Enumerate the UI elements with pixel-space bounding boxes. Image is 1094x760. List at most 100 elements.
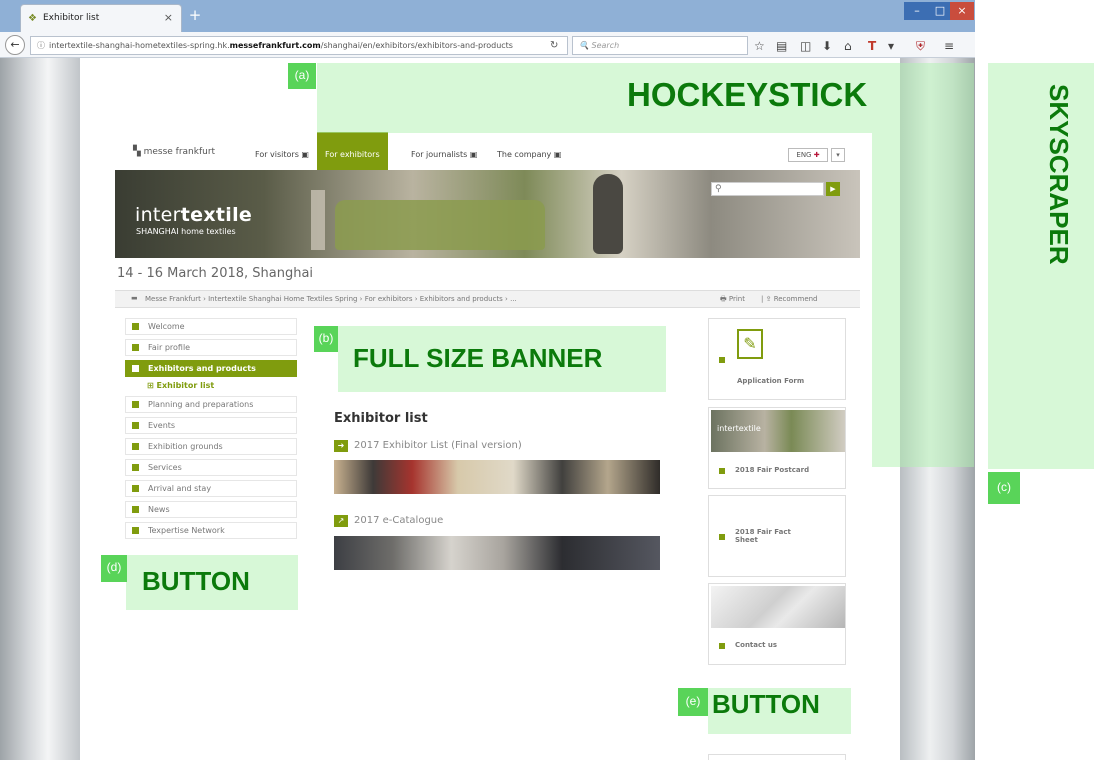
contact-us-card[interactable]: Contact us [708,583,846,665]
link-label: 2017 Exhibitor List (Final version) [354,440,522,451]
fair-postcard-card[interactable]: intertextile 2018 Fair Postcard [708,407,846,489]
postcard-image-text: intertextile [717,424,761,433]
address-bar[interactable]: ⓘ intertextile-shanghai-hometextiles-spri… [30,36,568,55]
download-icon[interactable]: ⬇ [822,39,832,53]
logo-light-part: inter [135,204,181,226]
exhibitor-list-image[interactable] [334,460,660,494]
close-tab-icon[interactable]: × [164,11,173,24]
bullet-icon [132,443,139,450]
site-search-button[interactable]: ▶ [826,182,840,196]
url-prefix: intertextile-shanghai-hometextiles-sprin… [49,41,230,50]
tab-title: Exhibitor list [43,13,100,23]
website-page: ▚ messe frankfurt For visitors ▣ For exh… [115,132,872,760]
minimize-button[interactable]: – [904,2,930,20]
reload-icon[interactable]: ↻ [550,40,558,51]
menu-item-welcome[interactable]: Welcome [125,318,297,335]
translate-icon[interactable]: T [868,39,876,53]
back-button[interactable]: ← [5,35,25,55]
application-form-card[interactable]: ✎ Application Form [708,318,846,400]
fair-fact-sheet-card[interactable]: 2018 Fair Fact Sheet [708,495,846,577]
flag-icon: ✚ [813,151,820,159]
card-label: 2018 Fair Fact Sheet [735,528,791,544]
recommend-link[interactable]: | ⇪ Recommend [761,295,818,303]
bullet-icon [132,323,139,330]
language-dropdown-icon[interactable]: ▾ [831,148,845,162]
content-title: Exhibitor list [334,411,428,426]
maximize-button[interactable]: □ [930,2,950,20]
menu-label: Planning and preparations [148,400,254,409]
breadcrumb-home-icon[interactable]: ▬ [131,294,138,302]
menu-item-events[interactable]: Events [125,417,297,434]
annotation-tag-b: (b) [314,326,338,352]
skyscraper-zone [988,63,1094,469]
menu-label: News [148,505,170,514]
menu-item-services[interactable]: Services [125,459,297,476]
nav-for-visitors[interactable]: For visitors ▣ [255,132,309,170]
browser-titlebar: ❖ Exhibitor list × + – □ × [0,0,975,32]
breadcrumb[interactable]: Messe Frankfurt › Intertextile Shanghai … [145,295,517,303]
menu-item-news[interactable]: News [125,501,297,518]
bookmark-star-icon[interactable]: ☆ [754,39,765,53]
hockeystick-zone-side [872,133,974,467]
nav-label: For visitors [255,150,299,159]
url-domain: messefrankfurt.com [229,41,321,50]
arrow-right-icon: ➜ [334,440,348,452]
home-icon[interactable]: ⌂ [844,39,852,53]
card-label: Application Form [737,377,805,385]
close-window-button[interactable]: × [950,2,974,20]
language-selector[interactable]: ENG ✚ [788,148,828,162]
toolbar-dropdown-icon[interactable]: ▾ [888,39,894,53]
annotation-tag-a: (a) [288,63,316,89]
search-placeholder: Search [591,41,620,50]
exhibitor-list-link[interactable]: ➜ 2017 Exhibitor List (Final version) [334,440,522,452]
menu-label: Welcome [148,322,185,331]
bullet-icon [132,527,139,534]
language-label: ENG [796,151,812,159]
bullet-icon [132,485,139,492]
browser-tab[interactable]: ❖ Exhibitor list × [20,4,182,32]
menu-item-planning[interactable]: Planning and preparations [125,396,297,413]
browser-search-input[interactable]: 🔍 Search [572,36,748,55]
menu-item-fair-profile[interactable]: Fair profile [125,339,297,356]
messe-frankfurt-logo[interactable]: ▚ messe frankfurt [133,146,215,157]
nav-label: The company [497,150,552,159]
menu-hamburger-icon[interactable]: ≡ [944,39,954,53]
hero-sofa-shape [335,200,545,250]
bullet-icon [132,422,139,429]
skyscraper-label: SKYSCRAPER [1044,84,1074,265]
event-date: 14 - 16 March 2018, Shanghai [117,266,314,281]
bookmarks-list-icon[interactable]: ▤ [776,39,787,53]
menu-label: Events [148,421,176,430]
menu-item-texpertise[interactable]: Texpertise Network [125,522,297,539]
new-tab-button[interactable]: + [186,7,204,25]
nav-for-exhibitors[interactable]: For exhibitors [317,132,388,170]
print-link[interactable]: 🖶 Print [720,295,745,306]
nav-the-company[interactable]: The company ▣ [497,132,561,170]
link-label: 2017 e-Catalogue [354,515,444,526]
site-search-input[interactable]: ⚲ [711,182,824,196]
info-icon[interactable]: ⓘ [37,41,45,50]
pocket-icon[interactable]: ◫ [800,39,811,53]
menu-item-exhibition-grounds[interactable]: Exhibition grounds [125,438,297,455]
nav-for-journalists[interactable]: For journalists ▣ [411,132,477,170]
print-label: Print [728,295,745,303]
e-catalogue-image[interactable] [334,536,660,570]
contact-image [711,586,845,628]
addon-shield-icon[interactable]: ⛨ [916,39,925,54]
e-catalogue-link[interactable]: ↗ 2017 e-Catalogue [334,515,443,527]
bullet-icon [719,534,725,540]
logo-mark-icon: ▚ [133,146,141,157]
bullet-icon [132,401,139,408]
menu-item-exhibitors-and-products[interactable]: Exhibitors and products [125,360,297,377]
card-label: Contact us [735,641,778,649]
nav-label: For exhibitors [325,150,380,159]
arrow-up-right-icon: ↗ [334,515,348,527]
menu-label: Exhibition grounds [148,442,223,451]
button-label-d: BUTTON [142,566,250,596]
recommend-label: Recommend [773,295,818,303]
annotation-tag-c: (c) [988,472,1020,504]
menu-item-arrival[interactable]: Arrival and stay [125,480,297,497]
page-gutter-left [0,58,80,760]
nav-label: For journalists [411,150,468,159]
submenu-item-exhibitor-list[interactable]: ⊞ Exhibitor list [125,379,297,392]
